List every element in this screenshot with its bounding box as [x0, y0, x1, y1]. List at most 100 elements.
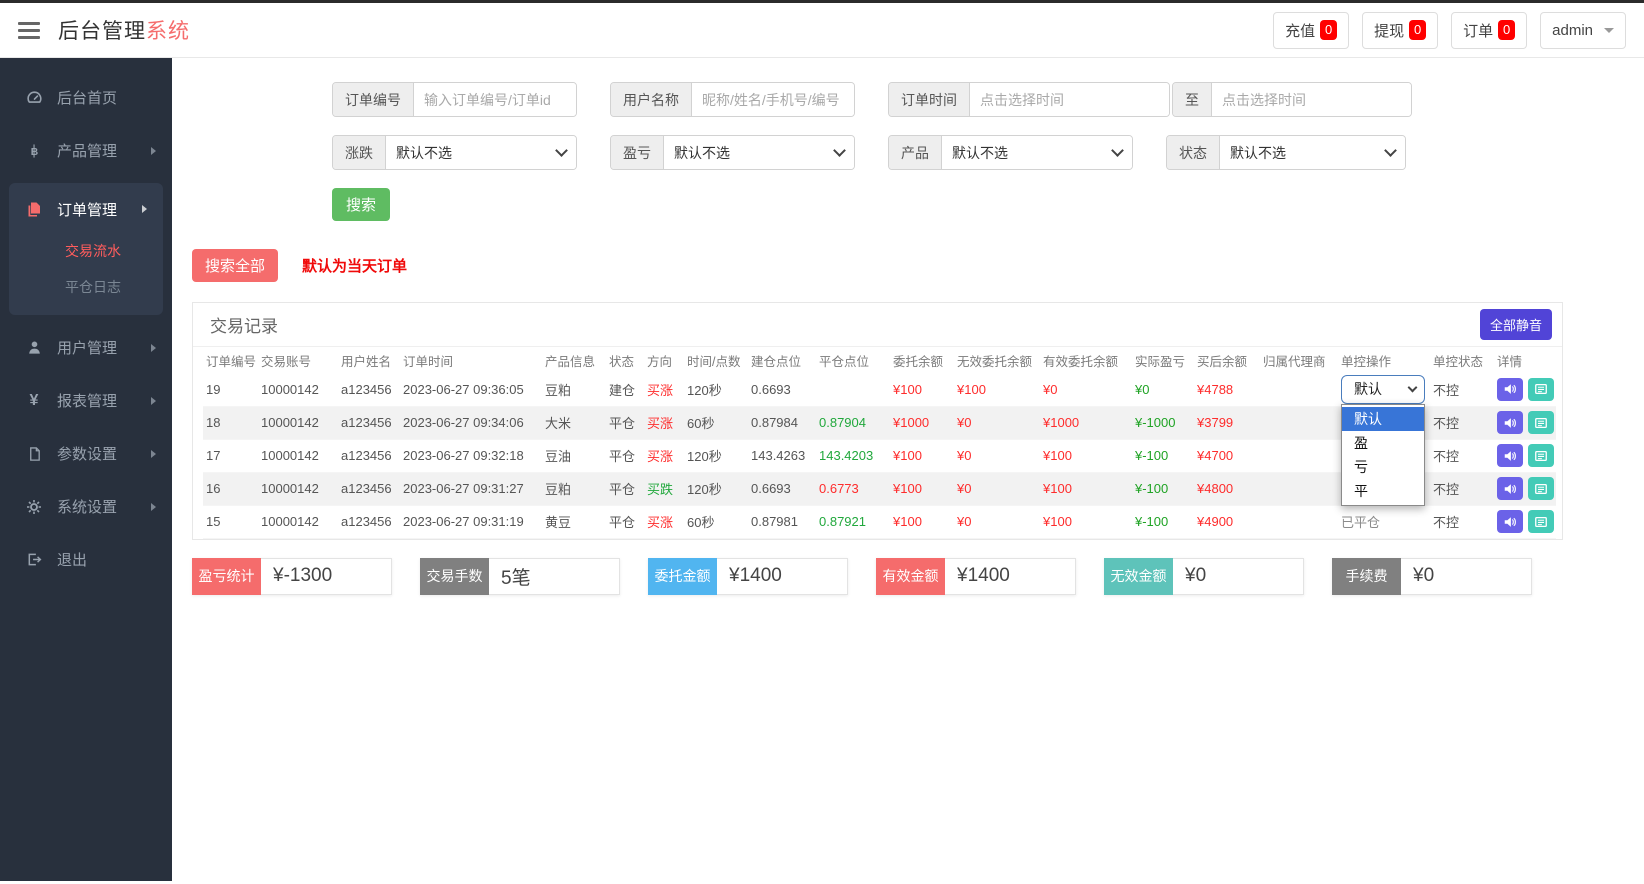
stat-value: 5笔 — [489, 558, 620, 595]
cell-user-name: a123456 — [338, 439, 400, 472]
app-title-main: 后台管理 — [58, 20, 146, 43]
stat-invalid-amount: 无效金额 ¥0 — [1104, 558, 1304, 595]
dropdown-option-loss[interactable]: 亏 — [1342, 455, 1424, 479]
search-all-button[interactable]: 搜索全部 — [192, 249, 278, 282]
control-op-select[interactable]: 默认 — [1341, 375, 1425, 404]
sidebar-subitem-trade-flow[interactable]: 交易流水 — [9, 233, 163, 269]
cell-detail — [1494, 373, 1556, 406]
cell-close-point — [816, 373, 890, 406]
cell-close-point: 143.4203 — [816, 439, 890, 472]
dropdown-option-default[interactable]: 默认 — [1342, 407, 1424, 431]
col-detail: 详情 — [1494, 347, 1556, 373]
user-name-input[interactable] — [692, 83, 854, 116]
sidebar-item-order-management[interactable]: 订单管理 — [9, 185, 163, 233]
cell-profit: ¥0 — [1132, 373, 1194, 406]
order-no-label: 订单编号 — [333, 83, 414, 116]
user-icon — [24, 340, 44, 355]
speaker-button[interactable] — [1497, 444, 1523, 467]
cell-entrust: ¥1000 — [890, 406, 954, 439]
rise-fall-select[interactable]: 默认不选 — [386, 136, 576, 169]
sidebar-item-parameters[interactable]: 参数设置 — [0, 427, 172, 480]
topbar-actions: 充值 0 提现 0 订单 0 admin — [1273, 12, 1626, 49]
detail-button[interactable] — [1528, 378, 1554, 401]
recharge-button[interactable]: 充值 0 — [1273, 12, 1349, 49]
detail-button[interactable] — [1528, 411, 1554, 434]
user-name-filter: 用户名称 — [610, 82, 855, 117]
speaker-button[interactable] — [1497, 411, 1523, 434]
sidebar-subitem-close-log[interactable]: 平仓日志 — [9, 269, 163, 305]
profit-loss-label: 盈亏 — [611, 136, 664, 169]
sidebar-item-label: 系统设置 — [57, 496, 117, 517]
chevron-down-icon — [1111, 144, 1124, 157]
direction-value: 买涨 — [647, 383, 673, 398]
order-time-start-input[interactable] — [970, 83, 1169, 116]
sidebar-item-products[interactable]: B 产品管理 — [0, 124, 172, 177]
cell-detail — [1494, 439, 1556, 472]
direction-value: 买涨 — [647, 449, 673, 464]
detail-button[interactable] — [1528, 444, 1554, 467]
sidebar-item-dashboard[interactable]: 后台首页 — [0, 71, 172, 124]
speaker-button[interactable] — [1497, 378, 1523, 401]
detail-button[interactable] — [1528, 510, 1554, 533]
cell-open-point: 0.6693 — [748, 472, 816, 505]
stat-value: ¥-1300 — [261, 558, 392, 595]
withdraw-button[interactable]: 提现 0 — [1362, 12, 1438, 49]
sidebar-item-label: 产品管理 — [57, 140, 117, 161]
user-menu[interactable]: admin — [1540, 12, 1626, 49]
close-point-value: 143.4203 — [819, 448, 873, 463]
close-point-value: 0.6773 — [819, 481, 859, 496]
dropdown-option-profit[interactable]: 盈 — [1342, 431, 1424, 455]
dropdown-option-even[interactable]: 平 — [1342, 479, 1424, 503]
sidebar-item-label: 参数设置 — [57, 443, 117, 464]
cell-invalid: ¥0 — [954, 472, 1040, 505]
stat-value: ¥1400 — [717, 558, 848, 595]
sidebar-item-users[interactable]: 用户管理 — [0, 321, 172, 374]
detail-button[interactable] — [1528, 477, 1554, 500]
cell-invalid: ¥0 — [954, 439, 1040, 472]
status-label: 状态 — [1167, 136, 1220, 169]
orders-button[interactable]: 订单 0 — [1451, 12, 1527, 49]
sidebar-item-logout[interactable]: 退出 — [0, 533, 172, 586]
direction-value: 买涨 — [647, 515, 673, 530]
status-select[interactable]: 默认不选 — [1220, 136, 1405, 169]
withdraw-label: 提现 — [1374, 20, 1404, 41]
product-select[interactable]: 默认不选 — [942, 136, 1132, 169]
order-no-filter: 订单编号 — [332, 82, 577, 117]
close-point-value: 0.87904 — [819, 415, 866, 430]
chevron-right-icon — [151, 397, 156, 405]
profit-loss-select[interactable]: 默认不选 — [664, 136, 854, 169]
status-value: 默认不选 — [1230, 143, 1286, 163]
cell-after-balance: ¥3799 — [1194, 406, 1260, 439]
cell-close-point: 0.6773 — [816, 472, 890, 505]
order-no-input[interactable] — [414, 83, 576, 116]
mute-all-button[interactable]: 全部静音 — [1480, 309, 1552, 340]
summary-bar: 盈亏统计 ¥-1300 交易手数 5笔 委托金额 ¥1400 有效金额 ¥140… — [192, 558, 1563, 595]
col-direction: 方向 — [644, 347, 684, 373]
cell-detail — [1494, 505, 1556, 538]
search-button[interactable]: 搜索 — [332, 188, 390, 221]
hamburger-menu-icon[interactable] — [18, 22, 40, 39]
cell-order-time: 2023-06-27 09:32:18 — [400, 439, 542, 472]
order-time-end-input[interactable] — [1212, 83, 1411, 116]
main-content: 订单编号 用户名称 订单时间 至 — [172, 58, 1644, 881]
cell-detail — [1494, 472, 1556, 505]
sidebar-item-label: 订单管理 — [57, 199, 117, 220]
cell-open-point: 143.4263 — [748, 439, 816, 472]
speaker-button[interactable] — [1497, 477, 1523, 500]
sidebar-item-reports[interactable]: ¥ 报表管理 — [0, 374, 172, 427]
col-user-name: 用户姓名 — [338, 347, 400, 373]
cell-duration: 120秒 — [684, 472, 748, 505]
profit-loss-filter: 盈亏 默认不选 — [610, 135, 855, 170]
cell-entrust: ¥100 — [890, 472, 954, 505]
to-label: 至 — [1173, 83, 1212, 116]
sidebar-item-system[interactable]: 系统设置 — [0, 480, 172, 533]
cell-detail — [1494, 406, 1556, 439]
trade-records-table: 订单编号 交易账号 用户姓名 订单时间 产品信息 状态 方向 时间/点数 建仓点… — [203, 347, 1556, 539]
sidebar-item-label: 退出 — [57, 549, 87, 570]
sidebar-group-orders: 订单管理 交易流水 平仓日志 — [9, 183, 163, 315]
stat-fee: 手续费 ¥0 — [1332, 558, 1532, 595]
cell-account: 10000142 — [258, 406, 338, 439]
cell-product: 豆粕 — [542, 373, 606, 406]
speaker-button[interactable] — [1497, 510, 1523, 533]
profit-loss-value: 默认不选 — [674, 143, 730, 163]
